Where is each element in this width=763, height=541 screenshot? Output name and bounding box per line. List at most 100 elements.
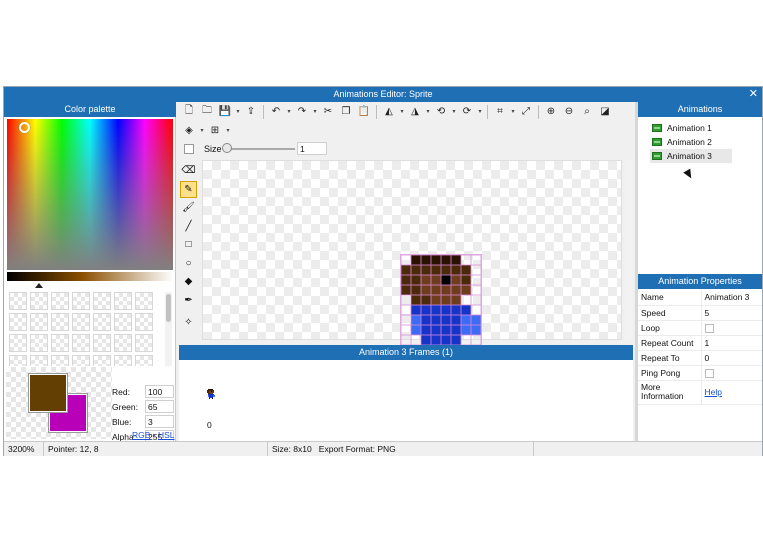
- property-value[interactable]: Animation 3: [701, 290, 762, 306]
- help-link[interactable]: Help: [705, 387, 722, 397]
- eyedropper-tool-icon[interactable]: ✒: [180, 292, 197, 309]
- sprite-pixel[interactable]: [471, 255, 481, 265]
- sprite-pixel[interactable]: [421, 275, 431, 285]
- sprite-pixel[interactable]: [411, 275, 421, 285]
- actual-size-icon[interactable]: ◪: [596, 103, 614, 120]
- sprite-pixel[interactable]: [401, 335, 411, 345]
- eraser-tool-icon[interactable]: ⌫: [180, 162, 197, 179]
- sprite-pixel[interactable]: [431, 285, 441, 295]
- zoom-out-icon[interactable]: ⊖: [560, 103, 578, 120]
- ellipse-tool-icon[interactable]: ○: [180, 255, 197, 272]
- color-spectrum[interactable]: [7, 119, 173, 270]
- sprite-pixel[interactable]: [441, 285, 451, 295]
- sprite-pixel[interactable]: [431, 305, 441, 315]
- size-slider-track[interactable]: [225, 148, 295, 150]
- export-icon[interactable]: ⇪: [242, 103, 260, 120]
- palette-swatch[interactable]: [135, 292, 153, 310]
- sprite-pixel[interactable]: [431, 295, 441, 305]
- palette-swatch[interactable]: [9, 355, 27, 366]
- palette-swatch[interactable]: [93, 292, 111, 310]
- frame-thumbnail[interactable]: [207, 389, 215, 399]
- luminance-marker-icon[interactable]: [35, 283, 43, 288]
- palette-swatch[interactable]: [51, 355, 69, 366]
- sprite-pixel[interactable]: [461, 325, 471, 335]
- grid-dropdown-icon[interactable]: ▾: [224, 122, 232, 139]
- sprite-pixel[interactable]: [411, 265, 421, 275]
- rotate-left-dropdown-icon[interactable]: ▾: [450, 103, 458, 120]
- sprite-pixel[interactable]: [441, 315, 451, 325]
- palette-swatch[interactable]: [30, 334, 48, 352]
- sprite-pixel[interactable]: [451, 255, 461, 265]
- zoom-fit-icon[interactable]: ⌕: [578, 103, 596, 120]
- property-value[interactable]: 0: [701, 350, 762, 366]
- undo-dropdown-icon[interactable]: ▾: [285, 103, 293, 120]
- sprite-pixel[interactable]: [401, 255, 411, 265]
- crop-dropdown-icon[interactable]: ▾: [509, 103, 517, 120]
- sprite-pixel[interactable]: [421, 305, 431, 315]
- open-folder-icon[interactable]: 🗀: [198, 103, 216, 120]
- layers-dropdown-icon[interactable]: ▾: [198, 122, 206, 139]
- sprite-pixel[interactable]: [421, 325, 431, 335]
- palette-swatch[interactable]: [9, 313, 27, 331]
- palette-swatch[interactable]: [9, 334, 27, 352]
- sprite-pixel[interactable]: [451, 285, 461, 295]
- sprite-pixel[interactable]: [411, 335, 421, 345]
- sprite-pixel[interactable]: [461, 335, 471, 345]
- property-value[interactable]: 5: [701, 305, 762, 321]
- grid-icon[interactable]: ⊞: [206, 122, 224, 139]
- close-icon[interactable]: ✕: [749, 87, 758, 102]
- crop-icon[interactable]: ⌗: [491, 103, 509, 120]
- sprite-pixel[interactable]: [451, 275, 461, 285]
- sprite-pixel[interactable]: [461, 285, 471, 295]
- rectangle-tool-icon[interactable]: □: [180, 236, 197, 253]
- palette-swatch[interactable]: [72, 292, 90, 310]
- sprite-pixel[interactable]: [461, 275, 471, 285]
- rotate-right-dropdown-icon[interactable]: ▾: [476, 103, 484, 120]
- swatch-scrollbar[interactable]: [165, 292, 172, 366]
- sprite-pixel[interactable]: [401, 275, 411, 285]
- fill-bucket-tool-icon[interactable]: ◆: [180, 273, 197, 290]
- color-field-input[interactable]: 100: [145, 385, 174, 398]
- sprite-pixel[interactable]: [451, 265, 461, 275]
- color-field-input[interactable]: 65: [145, 400, 174, 413]
- sprite-pixel[interactable]: [421, 335, 431, 345]
- sprite-pixel[interactable]: [401, 315, 411, 325]
- palette-swatch[interactable]: [51, 313, 69, 331]
- flip-v-dropdown-icon[interactable]: ▾: [424, 103, 432, 120]
- sprite-pixel[interactable]: [421, 285, 431, 295]
- sprite-pixel[interactable]: [451, 295, 461, 305]
- animation-list-item[interactable]: Animation 3: [650, 149, 732, 163]
- sprite-pixel-grid[interactable]: [400, 254, 482, 356]
- primary-color-box[interactable]: [29, 374, 67, 412]
- palette-swatch[interactable]: [114, 313, 132, 331]
- redo-dropdown-icon[interactable]: ▾: [311, 103, 319, 120]
- sprite-pixel[interactable]: [431, 255, 441, 265]
- sprite-pixel[interactable]: [441, 335, 451, 345]
- sprite-pixel[interactable]: [401, 305, 411, 315]
- sprite-pixel[interactable]: [451, 325, 461, 335]
- rotate-right-icon[interactable]: ⟳: [458, 103, 476, 120]
- property-checkbox[interactable]: [704, 323, 714, 333]
- save-icon[interactable]: 💾: [216, 103, 234, 120]
- palette-swatch[interactable]: [30, 355, 48, 366]
- palette-swatch[interactable]: [30, 313, 48, 331]
- palette-swatch[interactable]: [72, 334, 90, 352]
- palette-swatch[interactable]: [93, 334, 111, 352]
- canvas-vertical-scrollbar[interactable]: [625, 160, 633, 340]
- paste-icon[interactable]: 📋: [355, 103, 373, 120]
- flip-vertical-icon[interactable]: ◮: [406, 103, 424, 120]
- hsl-mode-link[interactable]: HSL: [158, 430, 175, 440]
- undo-icon[interactable]: ↶: [267, 103, 285, 120]
- sprite-pixel[interactable]: [411, 285, 421, 295]
- sprite-pixel[interactable]: [471, 335, 481, 345]
- sprite-pixel[interactable]: [411, 255, 421, 265]
- sprite-pixel[interactable]: [411, 325, 421, 335]
- sprite-pixel[interactable]: [471, 285, 481, 295]
- rgb-mode-link[interactable]: RGB: [132, 430, 150, 440]
- palette-swatch[interactable]: [93, 355, 111, 366]
- redo-icon[interactable]: ↷: [293, 103, 311, 120]
- palette-swatch[interactable]: [135, 313, 153, 331]
- sprite-pixel[interactable]: [471, 325, 481, 335]
- color-field-input[interactable]: 3: [145, 415, 174, 428]
- palette-swatch[interactable]: [72, 355, 90, 366]
